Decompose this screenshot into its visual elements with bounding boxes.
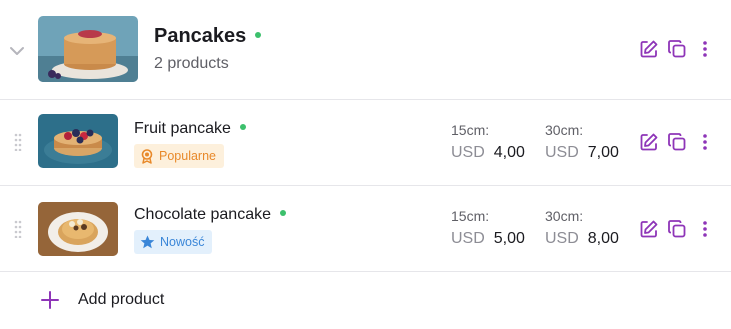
star-icon: [140, 235, 155, 249]
product-image: [38, 114, 118, 168]
status-dot: [239, 123, 246, 130]
edit-icon: [640, 40, 658, 58]
award-icon: [141, 148, 153, 164]
edit-product-button[interactable]: [638, 131, 660, 153]
divider: [0, 185, 731, 186]
size-label: 15cm:: [451, 208, 490, 224]
duplicate-icon: [668, 133, 686, 151]
product-image: [38, 202, 118, 256]
status-dot: [279, 209, 286, 216]
product-badge: Popularne: [134, 144, 224, 168]
more-vertical-icon: [703, 221, 707, 237]
category-more-button[interactable]: [694, 38, 716, 60]
divider: [0, 99, 731, 100]
more-vertical-icon: [703, 134, 707, 150]
size-label: 30cm:: [545, 208, 584, 224]
drag-handle[interactable]: [14, 220, 22, 239]
duplicate-product-button[interactable]: [666, 218, 688, 240]
drag-handle-icon: [14, 220, 22, 239]
divider: [0, 271, 731, 272]
more-vertical-icon: [703, 41, 707, 57]
chevron-down-icon: [10, 47, 24, 55]
edit-product-button[interactable]: [638, 218, 660, 240]
add-product-label[interactable]: Add product: [78, 291, 164, 309]
edit-category-button[interactable]: [638, 38, 660, 60]
price: USD 7,00: [545, 144, 619, 161]
status-dot: [255, 31, 262, 38]
duplicate-icon: [668, 220, 686, 238]
drag-handle[interactable]: [14, 133, 22, 152]
price: USD 5,00: [451, 230, 525, 247]
edit-icon: [640, 133, 658, 151]
collapse-chevron[interactable]: [6, 40, 28, 62]
plus-icon: [41, 291, 59, 309]
duplicate-category-button[interactable]: [666, 38, 688, 60]
price: USD 8,00: [545, 230, 619, 247]
duplicate-icon: [668, 40, 686, 58]
category-product-count: 2 products: [154, 55, 229, 72]
drag-handle-icon: [14, 133, 22, 152]
edit-icon: [640, 220, 658, 238]
product-badge: Nowość: [134, 230, 213, 254]
category-image: [38, 16, 138, 82]
size-label: 30cm:: [545, 122, 584, 138]
product-name: Chocolate pancake: [134, 206, 286, 224]
duplicate-product-button[interactable]: [666, 131, 688, 153]
size-label: 15cm:: [451, 122, 490, 138]
product-more-button[interactable]: [694, 131, 716, 153]
product-more-button[interactable]: [694, 218, 716, 240]
category-title: Pancakes: [154, 25, 262, 48]
add-product-button[interactable]: [40, 288, 60, 312]
price: USD 4,00: [451, 144, 525, 161]
product-name: Fruit pancake: [134, 120, 246, 138]
